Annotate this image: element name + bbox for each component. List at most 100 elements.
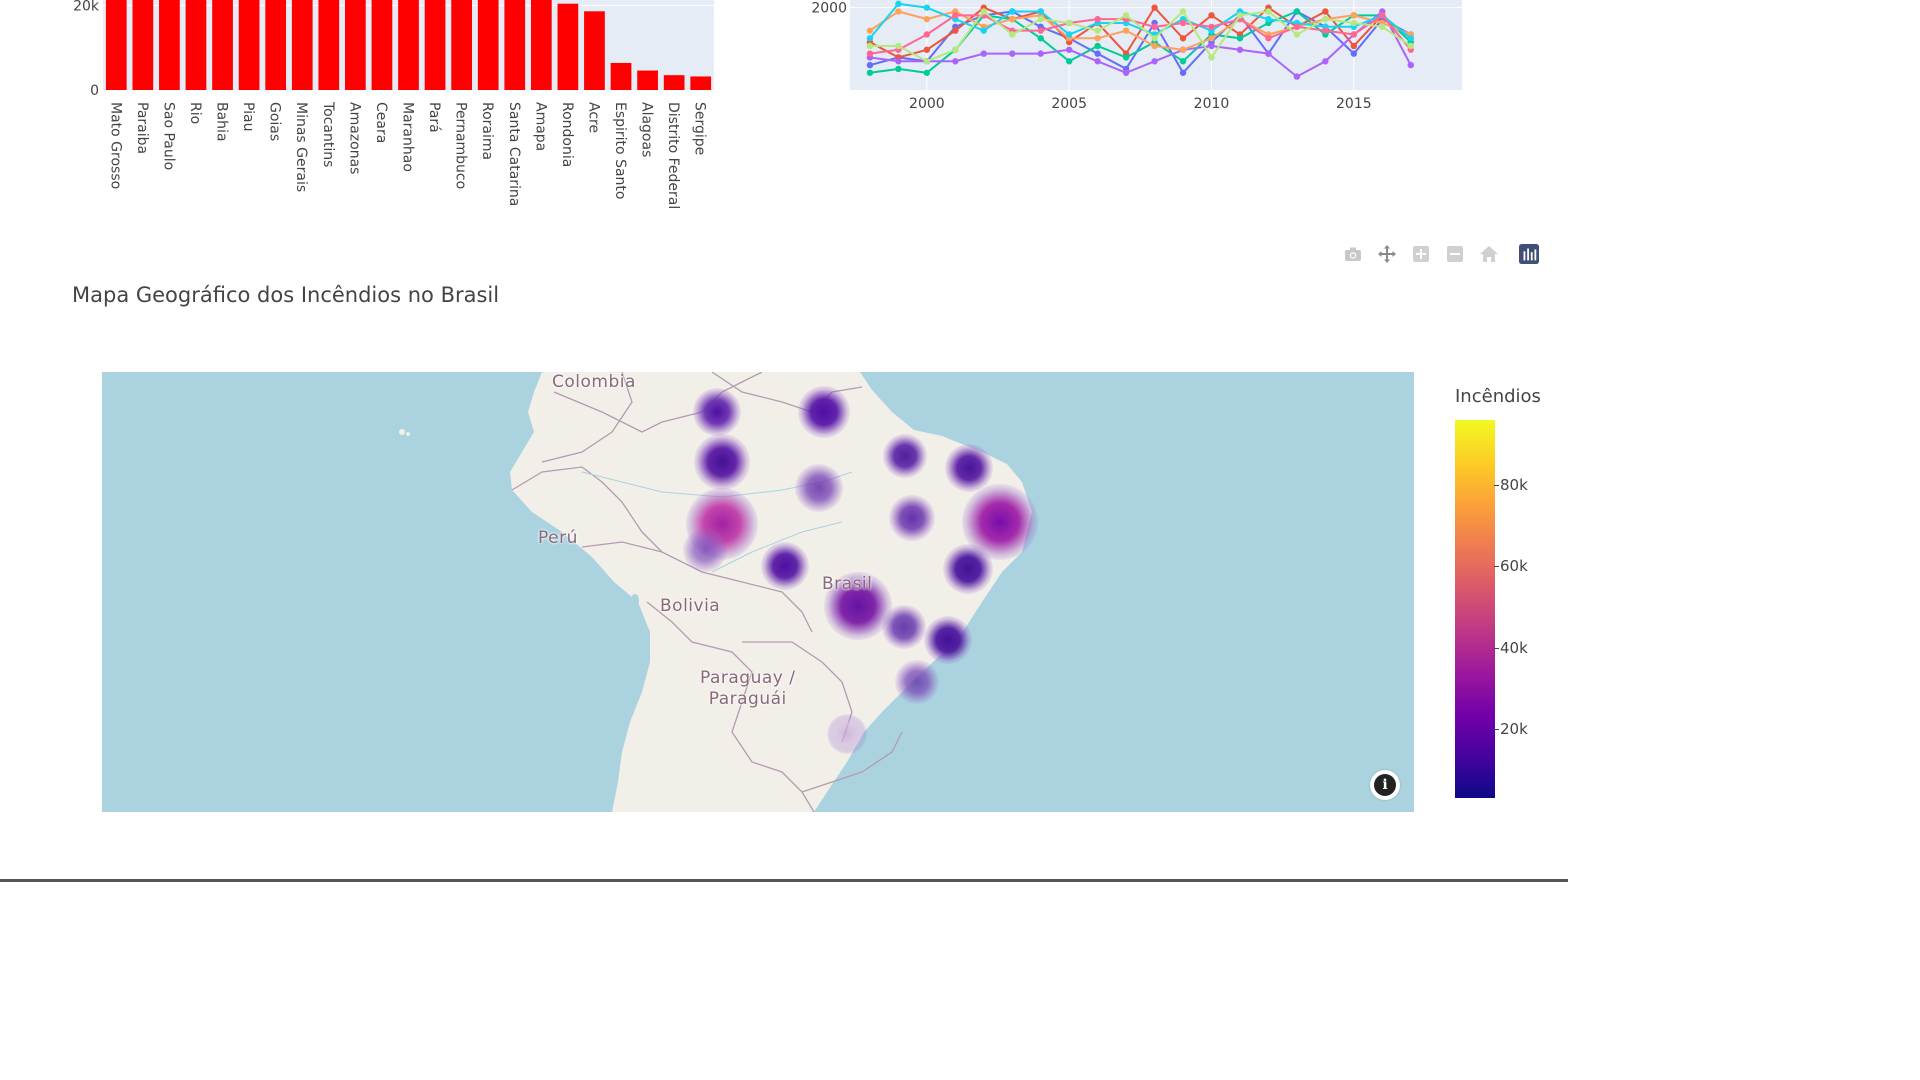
line-point <box>1009 15 1016 23</box>
bar-x-tick-label: Minas Gerais <box>293 102 309 192</box>
line-point <box>1322 15 1329 23</box>
line-point <box>1151 58 1158 65</box>
bar-x-tick-label: Pará <box>426 102 442 133</box>
line-point <box>1009 8 1016 15</box>
line-point <box>1179 58 1187 65</box>
line-point <box>1293 23 1301 31</box>
line-point <box>923 69 931 76</box>
reset-home-icon[interactable] <box>1476 241 1502 267</box>
bar-x-tick-label: Rondonia <box>559 102 575 167</box>
bar-piau <box>238 0 260 90</box>
line-point <box>1122 54 1130 61</box>
line-point <box>1037 15 1044 23</box>
bar-paraiba <box>132 0 154 90</box>
pan-icon[interactable] <box>1374 241 1400 267</box>
line-point <box>1208 42 1215 50</box>
line-point <box>1094 15 1101 23</box>
bar-x-tick-label: Amazonas <box>346 102 362 174</box>
line-point <box>1094 35 1101 42</box>
line-point <box>1407 35 1414 42</box>
line-point <box>1208 35 1215 42</box>
map-title: Mapa Geográfico dos Incêndios no Brasil <box>72 283 500 307</box>
fire-hotspot <box>924 616 972 664</box>
line-chart: 2000 2005 2010 2015 2000 <box>811 0 1462 112</box>
line-point <box>1407 61 1414 69</box>
map-label-paraguay: Paraguay / Paraguái <box>700 668 796 710</box>
line-x-tick-label: 2015 <box>1336 96 1372 112</box>
line-point <box>1350 42 1358 50</box>
line-point <box>866 27 874 34</box>
fire-hotspot <box>694 434 750 490</box>
line-point <box>1265 50 1272 57</box>
bar-bahia <box>212 0 233 90</box>
bar-x-tick-label: Sergipe <box>692 102 708 155</box>
line-point <box>866 69 874 76</box>
line-point <box>1179 19 1187 27</box>
bar-x-tick-label: Maranhao <box>400 102 416 172</box>
line-point <box>1293 73 1301 80</box>
camera-icon[interactable] <box>1340 241 1366 267</box>
bar-x-tick-label: Tocantins <box>320 101 336 167</box>
bar-ceara <box>371 0 393 90</box>
map-label-paraguay-line2: Paraguái <box>708 689 787 709</box>
fire-density-map[interactable]: Colombia Perú Bolivia Brasil Paraguay / … <box>102 372 1414 812</box>
line-point <box>1236 35 1244 42</box>
line-point <box>923 31 931 38</box>
zoom-out-icon[interactable] <box>1442 241 1468 267</box>
line-point <box>1322 58 1329 65</box>
bar-santa-catarina <box>504 0 526 90</box>
bar-minas-gerais <box>291 0 313 90</box>
fire-hotspot <box>883 434 927 478</box>
map-label-brasil: Brasil <box>822 574 873 594</box>
line-point <box>1265 8 1272 15</box>
line-point <box>895 42 902 50</box>
line-point <box>1179 35 1187 42</box>
bar-y-tick-label: 0 <box>90 83 99 99</box>
colorbar-tick-20k: 20k <box>1494 720 1528 738</box>
bar-sergipe <box>690 76 712 90</box>
line-point <box>895 65 902 73</box>
line-point <box>1094 42 1101 50</box>
map-info-button[interactable]: i <box>1370 770 1400 800</box>
zoom-in-icon[interactable] <box>1408 241 1434 267</box>
plot-modebar <box>1340 241 1550 267</box>
bar-goias <box>265 0 287 90</box>
bar-rondonia <box>557 3 579 91</box>
line-point <box>1265 15 1272 23</box>
bar-roraima <box>477 0 499 90</box>
line-point <box>1037 27 1044 34</box>
fire-hotspot <box>889 495 935 541</box>
fire-hotspot <box>683 528 727 572</box>
line-point <box>1151 23 1158 31</box>
colorbar-tick-80k: 80k <box>1494 476 1528 494</box>
fire-hotspot <box>895 660 939 704</box>
line-point <box>1094 50 1101 57</box>
line-y-tick-label: 2000 <box>811 1 847 17</box>
bar-chart: 0 20k Mato Grosso Paraiba Sao Paulo Rio Bahia P… <box>73 0 714 209</box>
bar-x-tick-label: Paraiba <box>134 102 150 154</box>
colorbar-tick-60k: 60k <box>1494 557 1528 575</box>
line-point <box>1065 19 1073 27</box>
bar-pará <box>424 0 446 90</box>
line-point <box>1208 23 1215 31</box>
line-point <box>952 46 959 53</box>
map-label-bolivia: Bolivia <box>660 596 721 616</box>
bar-rio <box>185 0 207 90</box>
bar-amapa <box>530 0 552 90</box>
line-point <box>980 50 987 57</box>
line-point <box>1350 50 1358 57</box>
line-point <box>1122 27 1130 34</box>
line-point <box>1407 42 1414 50</box>
line-point <box>980 27 987 34</box>
plotly-logo-icon[interactable] <box>1516 241 1542 267</box>
line-point <box>1151 35 1158 42</box>
line-point <box>980 8 987 15</box>
line-point <box>1122 69 1130 76</box>
line-point <box>1094 58 1101 65</box>
bar-x-tick-label: Santa Catarina <box>506 102 522 206</box>
colorbar-title: Incêndios <box>1455 386 1541 407</box>
bar-x-tick-label: Bahia <box>214 102 230 142</box>
line-point <box>1350 31 1358 38</box>
line-point <box>895 8 902 15</box>
line-point <box>866 35 874 42</box>
